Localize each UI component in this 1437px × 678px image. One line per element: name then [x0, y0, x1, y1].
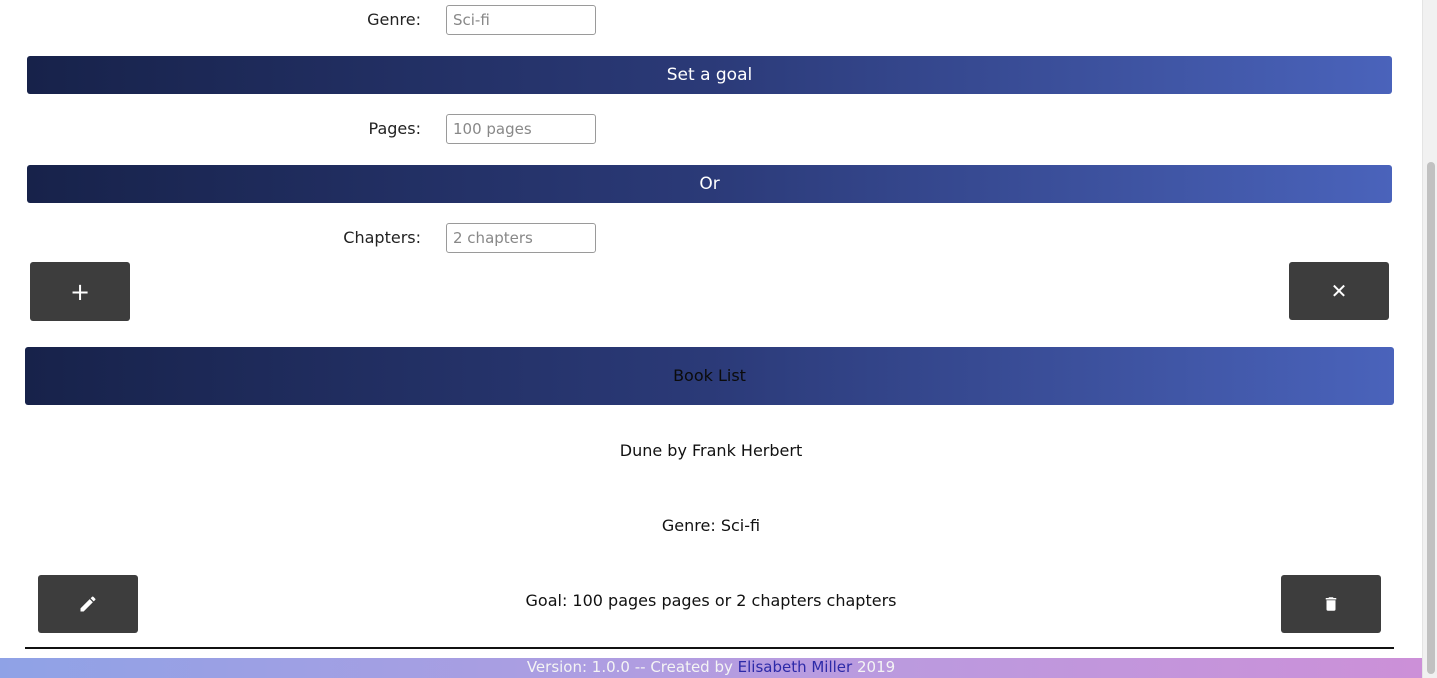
book-list-header: Book List [25, 347, 1394, 405]
chapters-label: Chapters: [343, 228, 421, 247]
pages-row: Pages: [0, 113, 1422, 145]
pages-input[interactable] [446, 114, 596, 144]
scrollbar[interactable] [1422, 0, 1437, 678]
add-book-button[interactable]: + [30, 262, 130, 321]
close-icon: ✕ [1330, 279, 1348, 303]
footer-year: 2019 [852, 658, 896, 676]
scrollbar-thumb[interactable] [1427, 162, 1435, 674]
book-goal: Goal: 100 pages pages or 2 chapters chap… [525, 591, 897, 610]
delete-book-button[interactable] [1281, 575, 1381, 633]
trash-icon [1325, 597, 1337, 611]
genre-input[interactable] [446, 5, 596, 35]
footer: Version: 1.0.0 -- Created by Elisabeth M… [0, 658, 1422, 678]
book-title: Dune by Frank Herbert [619, 441, 803, 460]
genre-label: Genre: [367, 10, 421, 29]
set-goal-header: Set a goal [27, 56, 1392, 94]
edit-book-button[interactable] [38, 575, 138, 633]
or-header: Or [27, 165, 1392, 203]
genre-row: Genre: [0, 4, 1422, 36]
author-link[interactable]: Elisabeth Miller [738, 658, 853, 676]
pages-label: Pages: [368, 119, 421, 138]
chapters-input[interactable] [446, 223, 596, 253]
book-genre: Genre: Sci-fi [661, 516, 761, 535]
plus-icon: + [69, 277, 91, 306]
footer-version: Version: 1.0.0 -- Created by [526, 658, 738, 676]
close-form-button[interactable]: ✕ [1289, 262, 1389, 320]
chapters-row: Chapters: [0, 222, 1422, 254]
divider [25, 647, 1394, 649]
pencil-icon [80, 596, 96, 612]
